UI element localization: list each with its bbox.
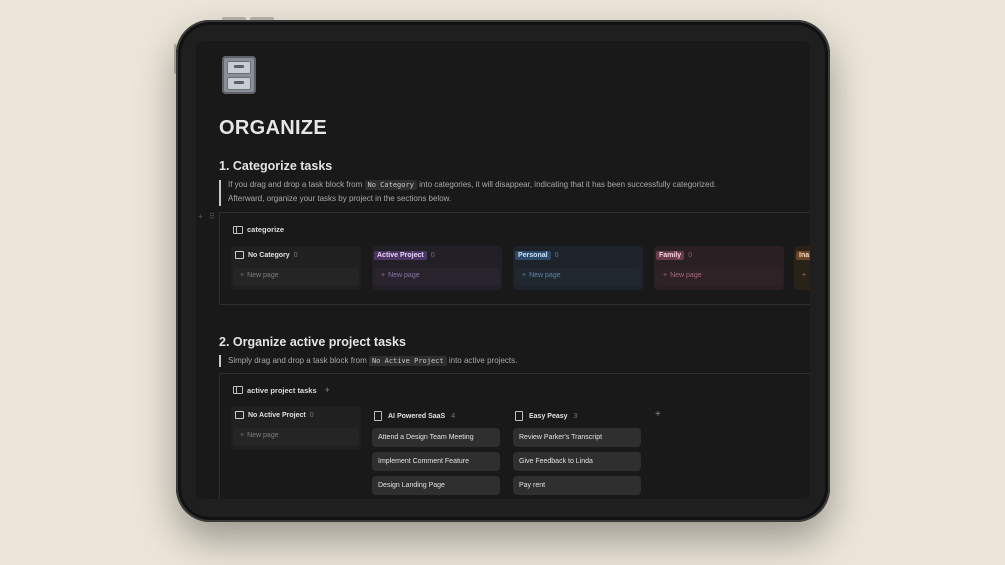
- quote-text-part: If you drag and drop a task block from: [228, 180, 363, 189]
- task-card[interactable]: Review Parker's Transcript: [513, 428, 641, 447]
- column-tag: Family: [656, 251, 685, 260]
- database-title-label: categorize: [247, 225, 285, 234]
- column-label: Easy Peasy: [529, 412, 568, 420]
- column-count: 4: [451, 412, 456, 420]
- column-count: 0: [554, 252, 559, 259]
- section-heading-organize: 2. Organize active project tasks: [219, 335, 406, 349]
- column-label: No Category: [248, 251, 290, 259]
- new-page-label[interactable]: + New page: [381, 272, 420, 279]
- inline-code: No Category: [364, 180, 417, 190]
- task-card[interactable]: Pay rent: [513, 476, 641, 495]
- quote-text-part: into categories, it will disappear, indi…: [419, 180, 717, 189]
- column-header: No Active Project 0: [235, 411, 314, 419]
- database-title-categorize[interactable]: categorize: [233, 225, 284, 234]
- new-page-label[interactable]: + New page: [240, 272, 279, 279]
- quote-bar: [219, 355, 221, 367]
- column-header: Family 0: [656, 251, 692, 260]
- column-header: No Category 0: [235, 251, 298, 259]
- quote-text-part: into active projects.: [448, 356, 518, 365]
- column-header: Active Project 0: [374, 251, 435, 260]
- page-icon: [515, 411, 523, 421]
- column-count: 3: [573, 412, 578, 420]
- quote-text: If you drag and drop a task block from N…: [228, 178, 716, 192]
- column-header: Personal 0: [515, 251, 558, 260]
- divider: [219, 373, 810, 374]
- column-tag: Ina: [796, 251, 810, 260]
- drag-handle-icon[interactable]: ⠿: [209, 212, 215, 221]
- task-card[interactable]: Implement Comment Feature: [372, 452, 500, 471]
- plus-icon: +: [522, 272, 527, 279]
- column-tag: Active Project: [374, 251, 427, 260]
- quote-text-line2: Afterward, organize your tasks by projec…: [228, 194, 452, 203]
- column-tag: Personal: [515, 251, 551, 260]
- new-page-label[interactable]: + New page: [240, 432, 279, 439]
- column-header: AI Powered SaaS 4: [374, 411, 455, 421]
- add-group-icon[interactable]: +: [655, 409, 661, 420]
- quote-text-part: Simply drag and drop a task block from: [228, 356, 367, 365]
- divider: [219, 212, 220, 304]
- page-icon: [374, 411, 382, 421]
- inline-code: No Active Project: [368, 356, 447, 366]
- page-title: ORGANIZE: [219, 117, 327, 139]
- column-label: No Active Project: [248, 411, 306, 419]
- column-count: 0: [309, 411, 314, 419]
- divider: [219, 304, 810, 305]
- quote-bar: [219, 180, 221, 206]
- column-header: Easy Peasy 3: [515, 411, 577, 421]
- task-card[interactable]: Give Feedback to Linda: [513, 452, 641, 471]
- divider: [219, 212, 810, 213]
- plus-icon: +: [240, 272, 245, 279]
- board-view-icon: [233, 225, 243, 234]
- column-count: 0: [688, 252, 693, 259]
- plus-icon: +: [240, 432, 245, 439]
- notion-page: ORGANIZE 1. Categorize tasks If you drag…: [196, 41, 810, 499]
- column-count: 0: [430, 252, 435, 259]
- task-card[interactable]: Attend a Design Team Meeting: [372, 428, 500, 447]
- divider: [219, 373, 220, 499]
- board-view-icon: [233, 386, 243, 394]
- new-page-label[interactable]: + New page: [663, 272, 702, 279]
- column-count: 0: [293, 251, 298, 259]
- column-header: Ina: [796, 251, 810, 260]
- filing-cabinet-icon: [222, 56, 256, 94]
- plus-icon: +: [663, 272, 668, 279]
- plus-icon[interactable]: +: [802, 272, 806, 279]
- inbox-icon: [235, 411, 244, 419]
- section-heading-categorize: 1. Categorize tasks: [219, 159, 333, 173]
- new-page-label[interactable]: + New page: [522, 272, 561, 279]
- add-view-icon[interactable]: +: [325, 385, 330, 395]
- database-title-active-projects[interactable]: active project tasks +: [233, 385, 330, 395]
- column-label: AI Powered SaaS: [388, 412, 446, 420]
- add-block-icon[interactable]: +: [198, 212, 203, 221]
- quote-text: Simply drag and drop a task block from N…: [228, 354, 517, 368]
- inbox-icon: [235, 251, 244, 259]
- task-card[interactable]: Design Landing Page: [372, 476, 500, 495]
- plus-icon: +: [381, 272, 386, 279]
- database-title-label: active project tasks: [247, 385, 317, 395]
